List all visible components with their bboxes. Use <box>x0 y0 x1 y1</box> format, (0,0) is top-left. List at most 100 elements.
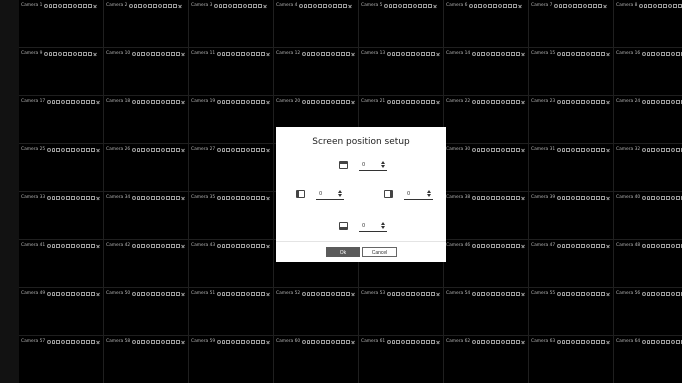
arrows-icon[interactable] <box>566 196 571 200</box>
lock-icon[interactable] <box>321 340 326 344</box>
speaker-icon[interactable] <box>642 100 647 104</box>
camera-icon[interactable] <box>496 100 501 104</box>
record-icon[interactable] <box>328 4 333 8</box>
speaker-icon[interactable] <box>44 52 49 56</box>
rotate-icon[interactable] <box>656 148 661 152</box>
zoom-icon[interactable] <box>256 292 261 296</box>
lock-icon[interactable] <box>661 292 666 296</box>
rotate-icon[interactable] <box>401 52 406 56</box>
camera-icon[interactable] <box>666 148 671 152</box>
zoom-icon[interactable] <box>511 292 516 296</box>
chat-icon[interactable] <box>346 100 351 104</box>
lock-icon[interactable] <box>151 340 156 344</box>
zoom-icon[interactable] <box>423 4 428 8</box>
close-icon[interactable] <box>606 52 610 56</box>
arrows-icon[interactable] <box>226 244 231 248</box>
grid-icon[interactable] <box>78 4 83 8</box>
arrows-icon[interactable] <box>308 4 313 8</box>
camera-tile[interactable]: Camera 2 <box>104 0 189 48</box>
arrows-icon[interactable] <box>311 100 316 104</box>
close-icon[interactable] <box>521 196 525 200</box>
record-icon[interactable] <box>331 340 336 344</box>
grid-icon[interactable] <box>673 4 678 8</box>
rotate-icon[interactable] <box>486 292 491 296</box>
camera-tile[interactable]: Camera 41 <box>19 240 104 288</box>
arrows-icon[interactable] <box>566 100 571 104</box>
pin-icon[interactable] <box>137 148 141 152</box>
pin-icon[interactable] <box>307 52 311 56</box>
close-icon[interactable] <box>436 292 440 296</box>
arrows-icon[interactable] <box>56 100 61 104</box>
lock-icon[interactable] <box>321 292 326 296</box>
chat-icon[interactable] <box>261 340 266 344</box>
speaker-icon[interactable] <box>47 148 52 152</box>
speaker-icon[interactable] <box>557 292 562 296</box>
grid-icon[interactable] <box>81 100 86 104</box>
rotate-icon[interactable] <box>231 340 236 344</box>
close-icon[interactable] <box>521 244 525 248</box>
arrows-icon[interactable] <box>226 292 231 296</box>
lock-icon[interactable] <box>151 100 156 104</box>
camera-icon[interactable] <box>241 148 246 152</box>
close-icon[interactable] <box>266 244 270 248</box>
pin-icon[interactable] <box>52 292 56 296</box>
record-icon[interactable] <box>76 340 81 344</box>
rotate-icon[interactable] <box>316 292 321 296</box>
close-icon[interactable] <box>181 148 185 152</box>
rotate-icon[interactable] <box>313 4 318 8</box>
close-icon[interactable] <box>93 52 97 56</box>
rotate-icon[interactable] <box>61 100 66 104</box>
rotate-icon[interactable] <box>61 340 66 344</box>
grid-icon[interactable] <box>588 4 593 8</box>
rotate-icon[interactable] <box>656 52 661 56</box>
camera-icon[interactable] <box>241 292 246 296</box>
camera-tile[interactable]: Camera 5 <box>359 0 444 48</box>
rotate-icon[interactable] <box>146 340 151 344</box>
pin-icon[interactable] <box>392 340 396 344</box>
pin-icon[interactable] <box>562 340 566 344</box>
speaker-icon[interactable] <box>217 100 222 104</box>
lock-icon[interactable] <box>236 52 241 56</box>
record-icon[interactable] <box>246 196 251 200</box>
arrows-icon[interactable] <box>651 292 656 296</box>
chat-icon[interactable] <box>91 292 96 296</box>
grid-icon[interactable] <box>336 100 341 104</box>
rotate-icon[interactable] <box>568 4 573 8</box>
camera-icon[interactable] <box>496 340 501 344</box>
lock-icon[interactable] <box>66 340 71 344</box>
camera-tile[interactable]: Camera 53 <box>359 288 444 336</box>
arrows-icon[interactable] <box>651 52 656 56</box>
speaker-icon[interactable] <box>217 148 222 152</box>
arrows-icon[interactable] <box>226 148 231 152</box>
record-icon[interactable] <box>501 196 506 200</box>
lock-icon[interactable] <box>491 100 496 104</box>
chat-icon[interactable] <box>513 4 518 8</box>
arrows-icon[interactable] <box>311 52 316 56</box>
rotate-icon[interactable] <box>146 100 151 104</box>
right-offset-arrows[interactable] <box>427 190 431 197</box>
pin-icon[interactable] <box>222 148 226 152</box>
chat-icon[interactable] <box>91 340 96 344</box>
zoom-icon[interactable] <box>426 100 431 104</box>
grid-icon[interactable] <box>166 148 171 152</box>
grid-icon[interactable] <box>591 196 596 200</box>
top-offset-arrows[interactable] <box>381 161 385 168</box>
pin-icon[interactable] <box>559 4 563 8</box>
camera-tile[interactable]: Camera 17 <box>19 96 104 144</box>
pin-icon[interactable] <box>644 4 648 8</box>
zoom-icon[interactable] <box>341 292 346 296</box>
camera-tile[interactable]: Camera 24 <box>614 96 682 144</box>
close-icon[interactable] <box>266 148 270 152</box>
chat-icon[interactable] <box>88 52 93 56</box>
rotate-icon[interactable] <box>653 4 658 8</box>
arrows-icon[interactable] <box>481 340 486 344</box>
camera-tile[interactable]: Camera 4 <box>274 0 359 48</box>
speaker-icon[interactable] <box>642 196 647 200</box>
speaker-icon[interactable] <box>642 52 647 56</box>
close-icon[interactable] <box>96 100 100 104</box>
zoom-icon[interactable] <box>171 100 176 104</box>
zoom-icon[interactable] <box>596 148 601 152</box>
top-offset-stepper[interactable]: 0 <box>359 160 387 171</box>
camera-tile[interactable]: Camera 1 <box>19 0 104 48</box>
lock-icon[interactable] <box>573 4 578 8</box>
